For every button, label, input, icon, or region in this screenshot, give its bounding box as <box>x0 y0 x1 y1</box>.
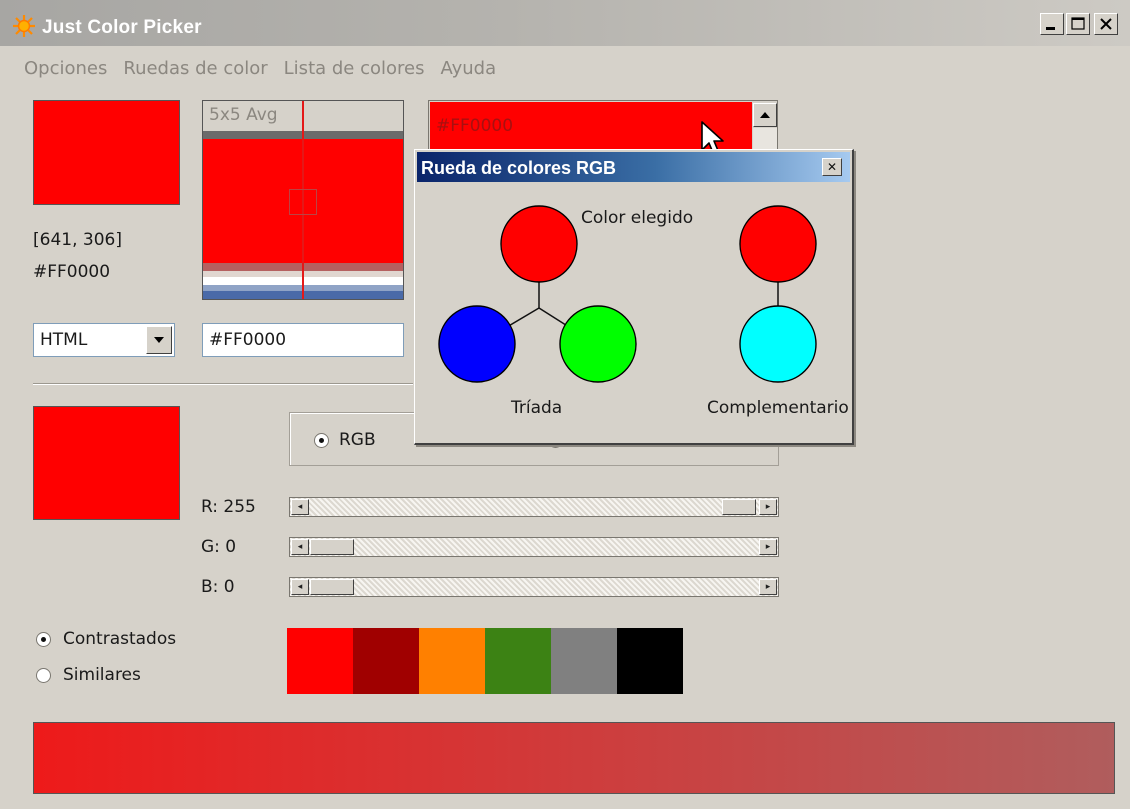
slider-r-right[interactable]: ▸ <box>759 499 777 515</box>
slider-g-left[interactable]: ◂ <box>291 539 309 555</box>
scheme-swatch-4[interactable] <box>485 628 551 694</box>
cursor-coordinates: [641, 306] <box>33 230 122 250</box>
scheme-swatch-2[interactable] <box>353 628 419 694</box>
format-dropdown-button[interactable] <box>146 326 172 354</box>
gradient-bar[interactable] <box>33 722 1115 794</box>
list-scroll-up[interactable] <box>753 103 777 127</box>
triad-green-circle <box>559 305 637 383</box>
contrastados-label: Contrastados <box>63 629 177 649</box>
rgb-radio[interactable] <box>314 432 329 448</box>
arrow-up-icon <box>760 112 770 118</box>
slider-b-label: B: 0 <box>201 577 235 597</box>
crosshair-box <box>289 189 317 215</box>
similares-label: Similares <box>63 665 141 685</box>
triad-label: Tríada <box>511 398 563 418</box>
format-value-field[interactable]: #FF0000 <box>202 323 404 357</box>
close-icon <box>1100 18 1112 30</box>
complement-label: Complementario <box>707 398 849 418</box>
slider-g[interactable]: ◂ ▸ <box>289 537 779 557</box>
close-button[interactable] <box>1094 13 1118 35</box>
menu-item-lista[interactable]: Lista de colores <box>284 58 425 84</box>
slider-b-right[interactable]: ▸ <box>759 579 777 595</box>
scheme-swatches <box>287 628 683 694</box>
minimize-button[interactable] <box>1040 13 1064 35</box>
slider-g-right[interactable]: ▸ <box>759 539 777 555</box>
slider-r[interactable]: ◂ ▸ <box>289 497 779 517</box>
menu-bar: Opciones Ruedas de color Lista de colore… <box>24 58 512 84</box>
menu-item-ayuda[interactable]: Ayuda <box>440 58 496 84</box>
contrastados-radio[interactable] <box>36 631 51 647</box>
scheme-swatch-6[interactable] <box>617 628 683 694</box>
slider-b-thumb[interactable] <box>310 579 354 595</box>
complement-red-circle <box>739 205 817 283</box>
slider-r-left[interactable]: ◂ <box>291 499 309 515</box>
chosen-color-label: Color elegido <box>581 208 694 228</box>
zoom-preview[interactable]: 5x5 Avg <box>202 100 404 300</box>
format-select-value: HTML <box>40 330 88 350</box>
sun-icon <box>13 15 35 37</box>
color-list-item-label: #FF0000 <box>436 116 514 136</box>
popup-close-button[interactable]: ✕ <box>822 158 842 176</box>
menu-item-opciones[interactable]: Opciones <box>24 58 107 84</box>
similares-radio[interactable] <box>36 667 51 683</box>
complement-cyan-circle <box>739 305 817 383</box>
triad-blue-circle <box>438 305 516 383</box>
slider-g-label: G: 0 <box>201 537 237 557</box>
format-select[interactable]: HTML <box>33 323 175 357</box>
chevron-down-icon <box>154 337 164 343</box>
slider-b[interactable]: ◂ ▸ <box>289 577 779 597</box>
chosen-color-circle <box>500 205 578 283</box>
color-wheel-popup: Rueda de colores RGB ✕ Color elegido Trí… <box>414 149 854 445</box>
divider <box>33 383 413 385</box>
popup-title: Rueda de colores RGB <box>421 158 617 178</box>
rgb-radio-label: RGB <box>339 430 376 450</box>
current-color-swatch <box>33 100 180 205</box>
slider-r-thumb[interactable] <box>722 499 756 515</box>
scheme-swatch-1[interactable] <box>287 628 353 694</box>
selected-color-swatch <box>33 406 180 520</box>
slider-b-left[interactable]: ◂ <box>291 579 309 595</box>
scheme-swatch-5[interactable] <box>551 628 617 694</box>
maximize-button[interactable] <box>1066 13 1090 35</box>
close-icon: ✕ <box>826 160 838 174</box>
zoom-label: 5x5 Avg <box>209 105 278 125</box>
minimize-icon <box>1046 27 1055 30</box>
slider-g-thumb[interactable] <box>310 539 354 555</box>
scheme-swatch-3[interactable] <box>419 628 485 694</box>
title-bar[interactable]: Just Color Picker <box>0 0 1130 46</box>
current-hex-label: #FF0000 <box>33 262 111 282</box>
maximize-icon <box>1071 17 1085 30</box>
window-title: Just Color Picker <box>42 17 202 38</box>
menu-item-ruedas[interactable]: Ruedas de color <box>123 58 267 84</box>
popup-title-bar[interactable]: Rueda de colores RGB ✕ <box>417 152 850 182</box>
slider-r-label: R: 255 <box>201 497 256 517</box>
